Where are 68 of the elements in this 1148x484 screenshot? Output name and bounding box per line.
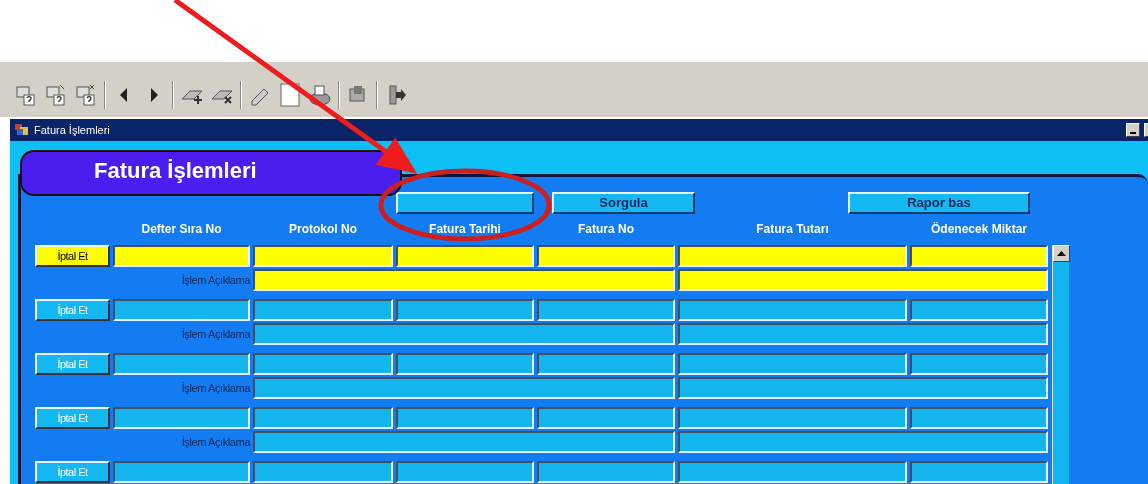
column-header: Ödenecek Miktar [929,221,1028,237]
input-field[interactable] [537,407,675,429]
blank-button[interactable] [396,192,534,214]
input-field[interactable] [253,245,393,267]
input-field[interactable] [253,323,675,345]
input-field[interactable] [678,269,1048,291]
minimize-icon [1130,132,1136,134]
form-button[interactable]: Rapor bas [848,192,1030,214]
field-label: İşlem Açıklama [180,327,250,342]
up-arrow-icon [1057,251,1066,256]
input-field[interactable] [253,431,675,453]
input-field[interactable] [537,461,675,483]
input-field[interactable] [678,431,1048,453]
input-field[interactable] [396,299,534,321]
query-icon[interactable] [14,83,38,107]
column-header: Defter Sıra No [140,221,223,237]
input-field[interactable] [396,407,534,429]
cancel-button[interactable]: İptal Et [35,461,110,483]
input-field[interactable] [113,299,250,321]
field-label: İşlem Açıklama [180,273,250,288]
cancel-button[interactable]: İptal Et [35,353,110,375]
input-field[interactable] [678,407,907,429]
input-field[interactable] [910,299,1048,321]
form-header: Fatura İşlemleri [20,150,402,196]
input-field[interactable] [537,353,675,375]
input-field[interactable] [253,353,393,375]
column-header: Fatura Tarihi [428,221,502,237]
input-field[interactable] [910,407,1048,429]
input-field[interactable] [396,461,534,483]
cancel-button[interactable]: İptal Et [35,407,110,429]
column-header: Protokol No [288,221,358,237]
input-field[interactable] [910,353,1048,375]
input-field[interactable] [113,353,250,375]
input-field[interactable] [678,299,907,321]
input-field[interactable] [537,299,675,321]
form-icon [14,123,30,137]
scroll-up-button[interactable] [1053,245,1070,262]
input-field[interactable] [910,245,1048,267]
column-header: Fatura No [577,221,635,237]
input-field[interactable] [678,353,907,375]
input-field[interactable] [113,407,250,429]
input-field[interactable] [678,377,1048,399]
input-field[interactable] [678,461,907,483]
input-field[interactable] [396,353,534,375]
minimize-button[interactable] [1126,123,1140,137]
input-field[interactable] [113,461,250,483]
blank-page-icon[interactable] [278,83,302,107]
input-field[interactable] [253,461,393,483]
input-field[interactable] [253,377,675,399]
input-field[interactable] [253,269,675,291]
field-label: İşlem Açıklama [180,381,250,396]
input-field[interactable] [253,299,393,321]
field-label: İşlem Açıklama [180,435,250,450]
input-field[interactable] [113,245,250,267]
column-header: Fatura Tutarı [755,221,830,237]
cancel-button[interactable]: İptal Et [35,299,110,321]
input-field[interactable] [678,245,907,267]
query-icon[interactable] [74,83,98,107]
input-field[interactable] [678,323,1048,345]
input-field[interactable] [396,245,534,267]
scrollbar[interactable] [1052,245,1069,484]
input-field[interactable] [537,245,675,267]
window-title: Fatura İşlemleri [34,122,110,138]
input-field[interactable] [910,461,1048,483]
cancel-button[interactable]: İptal Et [35,245,110,267]
form-button[interactable]: Sorgula [552,192,695,214]
input-field[interactable] [253,407,393,429]
query-icon[interactable] [44,83,68,107]
